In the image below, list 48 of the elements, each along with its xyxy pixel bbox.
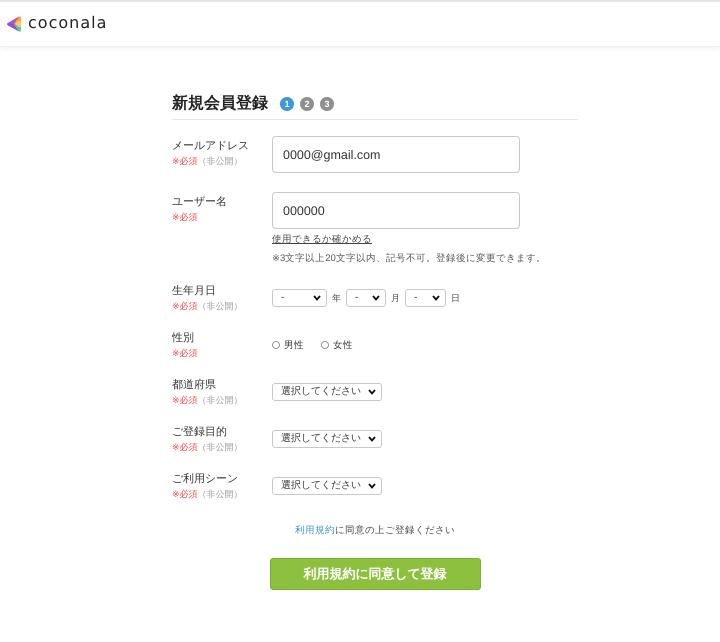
dropdown[interactable]: 選択してください (272, 477, 382, 495)
chevron-down-icon (313, 295, 321, 301)
hint-text: ※3文字以上20文字以内、記号不可。登録後に変更できます。 (272, 253, 546, 265)
chevron-down-icon (368, 436, 376, 442)
dropdown[interactable]: 選択してください (272, 430, 382, 448)
chevron-down-icon (432, 295, 440, 301)
required-mark: ※必須 (172, 347, 198, 359)
radio-option[interactable]: 女性 (321, 338, 353, 352)
unit-label: 日 (451, 292, 460, 304)
chevron-down-icon (368, 389, 376, 395)
logo-icon (7, 16, 22, 32)
field-label: ご登録目的 (172, 425, 227, 439)
required-mark: ※必須 (172, 488, 198, 500)
field-label: 生年月日 (172, 284, 216, 298)
terms-text: 利用規約 に同意の上ご登録ください (295, 525, 455, 537)
radio-option[interactable]: 男性 (272, 338, 304, 352)
field-label: 都道府県 (172, 378, 216, 392)
required-mark: ※必須 (172, 300, 198, 312)
required-mark: ※必須 (172, 394, 198, 406)
dropdown[interactable]: - (346, 289, 386, 307)
logo-text[interactable]: coconala (28, 15, 108, 33)
field-label: ユーザー名 (172, 195, 227, 209)
private-note: （非公開） (198, 155, 243, 167)
page-title: 新規会員登録 (172, 94, 268, 114)
private-note: （非公開） (198, 394, 243, 406)
dropdown[interactable]: - (272, 289, 327, 307)
unit-label: 年 (332, 292, 341, 304)
field-label: 性別 (172, 331, 194, 345)
private-note: （非公開） (198, 488, 243, 500)
required-mark: ※必須 (172, 211, 198, 223)
dropdown[interactable]: - (405, 289, 446, 307)
chevron-down-icon (372, 295, 380, 301)
text-input[interactable]: 000000 (272, 192, 520, 229)
step-indicator: 1 (280, 97, 294, 111)
dropdown[interactable]: 選択してください (272, 383, 382, 401)
private-note: （非公開） (198, 300, 243, 312)
field-label: メールアドレス (172, 139, 249, 153)
check-availability-link[interactable]: 使用できるか確かめる (272, 234, 372, 246)
step-indicator: 3 (320, 97, 334, 111)
field-label: ご利用シーン (172, 472, 238, 486)
step-indicator: 2 (300, 97, 314, 111)
text-input[interactable]: 0000@gmail.com (272, 136, 520, 173)
required-mark: ※必須 (172, 441, 198, 453)
required-mark: ※必須 (172, 155, 198, 167)
private-note: （非公開） (198, 441, 243, 453)
chevron-down-icon (368, 483, 376, 489)
terms-link[interactable]: 利用規約 (295, 525, 335, 536)
unit-label: 月 (391, 292, 400, 304)
